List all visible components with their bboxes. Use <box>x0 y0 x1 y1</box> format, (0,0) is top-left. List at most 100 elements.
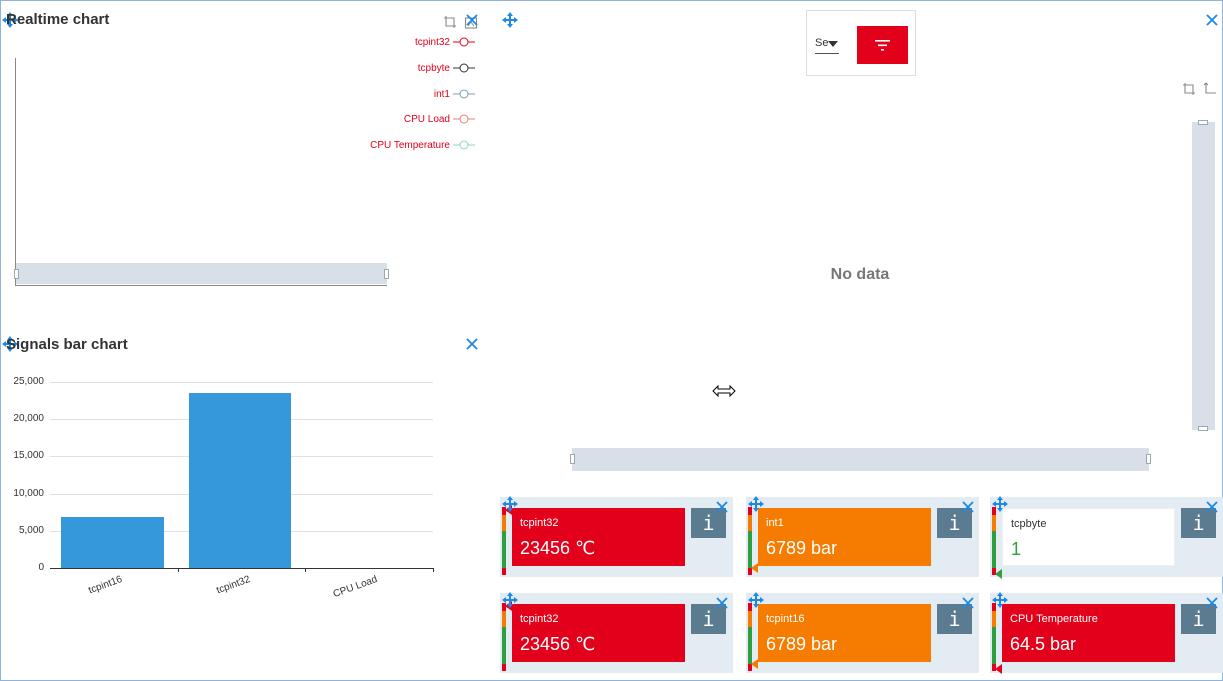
move-icon[interactable] <box>747 591 765 609</box>
level-gauge <box>502 507 506 575</box>
chevron-down-icon <box>828 41 838 47</box>
x-axis-line <box>50 568 433 569</box>
zoom-reset-icon[interactable] <box>1182 82 1196 96</box>
signal-select[interactable]: Se <box>815 37 839 54</box>
level-pointer-icon <box>995 568 1002 579</box>
bar-chart-plot: 0 5,000 10,000 15,000 20,000 25,000 tcpint16 tc… <box>0 328 490 601</box>
chart-legend: tcpint32 tcpbyte int1 CPU Load CPU Tempe… <box>300 35 475 155</box>
level-pointer-icon <box>751 659 758 670</box>
slider-handle-right[interactable] <box>384 269 389 279</box>
x-tick-mark <box>177 568 179 572</box>
x-tick-mark <box>305 568 307 572</box>
close-icon[interactable] <box>715 596 729 610</box>
no-data-text: No data <box>830 266 890 283</box>
close-icon[interactable] <box>715 500 729 514</box>
legend-item[interactable]: tcpbyte <box>418 61 475 75</box>
signal-tile: int1 6789 bar i <box>746 495 979 577</box>
signal-card[interactable]: tcpbyte 1 <box>1002 508 1175 566</box>
y-tick-label: 20,000 <box>13 413 44 425</box>
filter-box: Se <box>806 10 916 76</box>
x-tick-label: CPU Load <box>332 574 380 601</box>
signal-label: tcpint16 <box>766 613 805 625</box>
horizontal-zoom-slider[interactable] <box>570 448 1151 471</box>
horizontal-zoom-slider[interactable] <box>14 263 389 284</box>
signal-tile: tcpint16 6789 bar i <box>746 591 979 673</box>
signal-label: tcpint32 <box>520 613 559 625</box>
close-icon[interactable] <box>1205 500 1219 514</box>
signal-tile: tcpint32 23456 ℃ i <box>500 591 733 673</box>
signal-value: 23456 ℃ <box>520 634 596 654</box>
legend-item[interactable]: CPU Load <box>404 112 475 126</box>
signal-label: CPU Temperature <box>1010 613 1098 625</box>
move-icon[interactable] <box>747 495 765 513</box>
signal-label: int1 <box>766 517 784 529</box>
signal-card[interactable]: CPU Temperature 64.5 bar <box>1002 604 1175 662</box>
x-tick-label: tcpint16 <box>87 574 124 597</box>
legend-line-icon <box>453 63 475 73</box>
bar[interactable] <box>61 517 164 568</box>
close-icon[interactable] <box>961 596 975 610</box>
legend-line-icon <box>453 89 475 99</box>
level-pointer-icon <box>995 663 1002 674</box>
slider-handle-right[interactable] <box>1146 454 1151 464</box>
close-icon[interactable] <box>465 13 479 27</box>
signal-tile: tcpint32 23456 ℃ i <box>500 495 733 577</box>
level-gauge <box>992 507 996 575</box>
chart-y-axis <box>15 58 16 286</box>
close-icon[interactable] <box>1205 596 1219 610</box>
signal-card[interactable]: tcpint32 23456 ℃ <box>512 604 685 662</box>
signal-tile: tcpbyte 1 i <box>990 495 1223 579</box>
filter-button[interactable] <box>857 26 908 64</box>
x-tick-mark <box>433 568 434 572</box>
move-icon[interactable] <box>991 495 1009 513</box>
signal-value: 23456 ℃ <box>520 538 596 558</box>
y-tick-label: 10,000 <box>13 487 44 499</box>
grid-line <box>50 382 433 383</box>
restore-icon[interactable] <box>1203 82 1217 96</box>
signal-label: tcpint32 <box>520 517 559 529</box>
close-icon[interactable] <box>1205 13 1219 27</box>
slider-handle-left[interactable] <box>570 454 575 464</box>
move-icon[interactable] <box>501 11 519 29</box>
signal-card[interactable]: tcpint32 23456 ℃ <box>512 508 685 566</box>
signal-value: 6789 bar <box>766 538 838 558</box>
level-pointer-icon <box>751 563 758 574</box>
slider-handle-bottom[interactable] <box>1198 426 1208 431</box>
legend-line-icon <box>453 37 475 47</box>
resize-cursor-icon <box>712 385 736 397</box>
bar-chart-panel: Signals bar chart 0 5,000 10,000 15,000 20,0… <box>0 328 490 601</box>
realtime-chart-panel: Realtime chart tcpint32 tcpbyte int1 CPU… <box>0 0 490 300</box>
slider-handle-left[interactable] <box>14 269 19 279</box>
move-icon[interactable] <box>501 591 519 609</box>
vertical-zoom-slider[interactable] <box>1192 120 1215 431</box>
signal-card[interactable]: int1 6789 bar <box>758 508 931 566</box>
level-gauge <box>992 603 996 671</box>
legend-line-icon <box>453 140 475 150</box>
signal-value: 1 <box>1011 539 1022 559</box>
signal-value: 64.5 bar <box>1010 634 1077 654</box>
legend-item[interactable]: tcpint32 <box>415 35 475 49</box>
chart-x-axis <box>15 285 387 286</box>
close-icon[interactable] <box>961 500 975 514</box>
y-tick-label: 25,000 <box>13 376 44 387</box>
zoom-reset-icon[interactable] <box>443 15 457 29</box>
signal-label: tcpbyte <box>1011 518 1047 530</box>
legend-item[interactable]: CPU Temperature <box>370 138 475 152</box>
table-panel: Se No data <box>495 0 1223 490</box>
y-tick-label: 15,000 <box>13 450 44 462</box>
signal-card[interactable]: tcpint16 6789 bar <box>758 604 931 662</box>
signal-value: 6789 bar <box>766 634 838 654</box>
slider-handle-top[interactable] <box>1198 120 1208 125</box>
y-tick-label: 5,000 <box>18 524 44 536</box>
y-tick-label: 0 <box>38 562 44 573</box>
move-icon[interactable] <box>501 495 519 513</box>
legend-item[interactable]: int1 <box>434 87 475 101</box>
legend-line-icon <box>453 114 475 124</box>
filter-icon <box>875 40 890 51</box>
realtime-chart-title: Realtime chart <box>6 11 110 28</box>
signal-tile: CPU Temperature 64.5 bar i <box>990 591 1223 674</box>
bar[interactable] <box>189 393 292 568</box>
level-gauge <box>502 603 506 671</box>
x-tick-label: tcpint32 <box>214 574 252 597</box>
move-icon[interactable] <box>991 591 1009 609</box>
